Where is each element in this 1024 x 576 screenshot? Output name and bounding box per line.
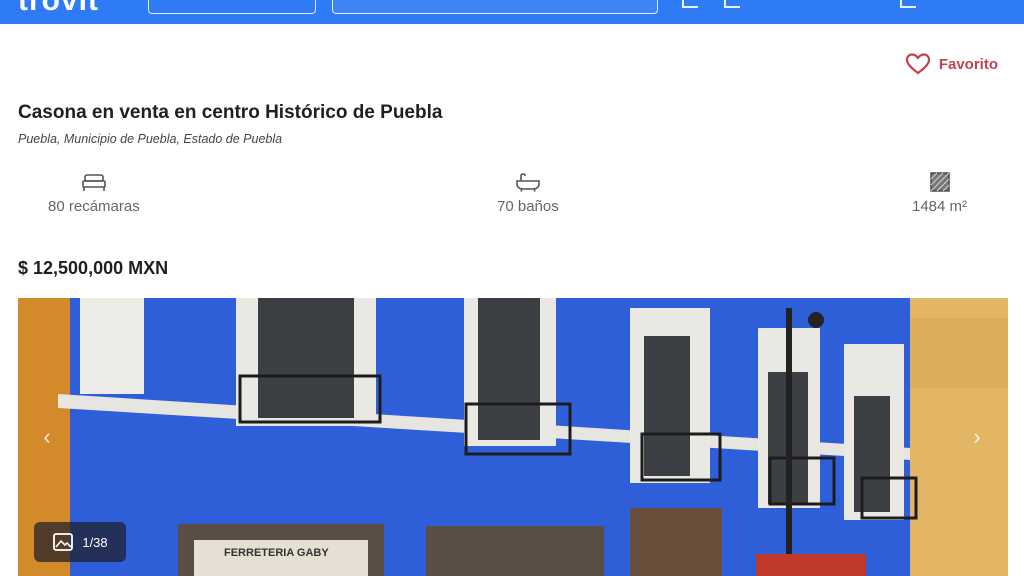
location-search-box[interactable] [148, 0, 316, 14]
area-label: 1484 m² [912, 198, 968, 215]
favorite-label: Favorito [938, 55, 998, 73]
bed-icon [82, 174, 106, 191]
feature-bedrooms: 80 recámaras [48, 172, 140, 215]
previous-photo-arrow[interactable]: ‹ [34, 420, 60, 454]
saved-searches-icon[interactable] [724, 0, 740, 8]
listing-location: Puebla, Municipio de Puebla, Estado de P… [18, 132, 283, 146]
photo-counter-text: 1/38 [82, 534, 108, 550]
top-navigation-bar: trovit [0, 0, 1024, 24]
photo-gallery[interactable]: FERRETERIA GABY ‹ › 1/38 [18, 298, 1008, 576]
photo-counter[interactable]: 1/38 [34, 522, 126, 562]
feature-area: 1484 m² [912, 172, 967, 215]
user-icon[interactable] [900, 0, 916, 8]
menu-icon[interactable] [682, 0, 698, 8]
next-photo-arrow[interactable]: › [964, 420, 990, 454]
search-input[interactable] [332, 0, 658, 14]
bathrooms-label: 70 baños [497, 198, 559, 215]
area-icon [929, 172, 950, 192]
property-photo: FERRETERIA GABY [18, 298, 1008, 576]
listing-price: $ 12,500,000 MXN [18, 258, 169, 278]
listing-title: Casona en venta en centro Histórico de P… [18, 102, 443, 123]
bathtub-icon [516, 173, 540, 192]
image-icon [53, 533, 74, 551]
feature-bathrooms: 70 baños [497, 172, 559, 215]
site-logo[interactable]: trovit [18, 0, 99, 18]
favorite-button[interactable]: Favorito [905, 52, 998, 76]
heart-icon [905, 53, 930, 75]
bedrooms-label: 80 recámaras [48, 198, 140, 215]
shop-sign-text: FERRETERIA GABY [224, 547, 329, 559]
